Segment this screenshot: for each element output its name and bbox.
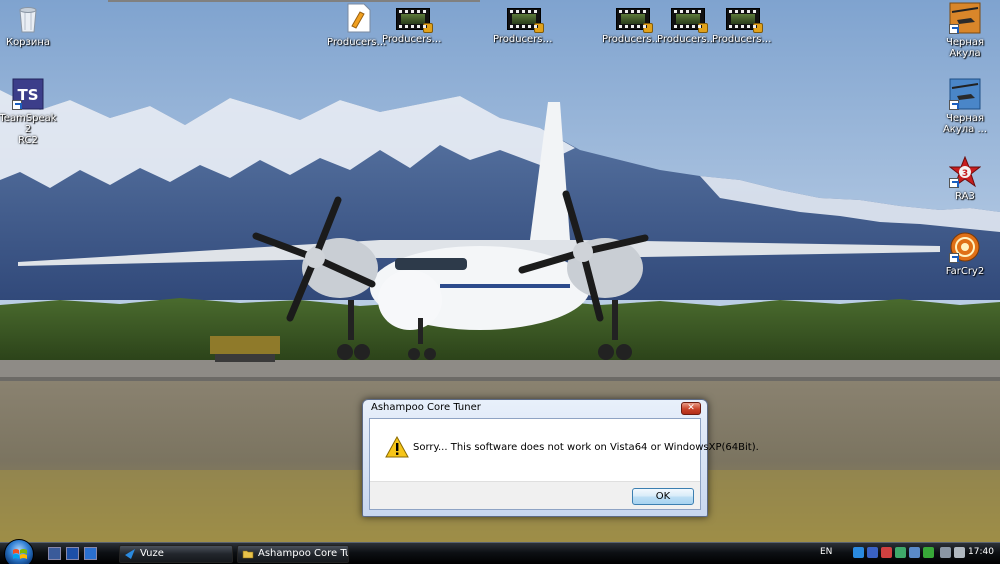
desktop-icon-teamspeak[interactable]: TS TeamSpeak 2 RC2 [0, 78, 59, 146]
taskbar-button-vuze[interactable]: Vuze [119, 545, 233, 563]
desktop-icon-black-shark[interactable]: Черная Акула [934, 2, 996, 59]
error-dialog: Ashampoo Core Tuner ✕ Sorry... This soft… [362, 399, 759, 517]
video-file-icon [671, 8, 708, 33]
show-desktop-icon[interactable] [48, 547, 61, 560]
tray-vuze-icon[interactable] [853, 547, 864, 558]
desktop-icon-label: Черная Акула [945, 37, 985, 59]
desktop-icon-label: Producers ... [657, 34, 719, 45]
desktop-icon-label: Producers ... [382, 34, 444, 45]
ok-button[interactable]: OK [632, 488, 694, 505]
farcry2-icon [949, 231, 981, 263]
desktop-icon-producers-doc[interactable]: Producers ... [327, 2, 389, 48]
close-icon: ✕ [687, 403, 695, 413]
desktop-icon-label: Producers ... [602, 34, 664, 45]
close-button[interactable]: ✕ [681, 402, 701, 415]
desktop-icon-label: TeamSpeak 2 RC2 [0, 113, 57, 146]
teamspeak-icon: TS [12, 78, 44, 110]
black-shark-helicopter-icon [949, 78, 981, 110]
desktop-icon-label: Корзина [5, 37, 51, 48]
dialog-titlebar[interactable]: Ashampoo Core Tuner ✕ [369, 400, 701, 418]
desktop-icon-producers-video-5[interactable]: Producers ... [712, 2, 774, 45]
desktop-icon-farcry2[interactable]: FarCry2 [934, 231, 996, 277]
dialog-body: Sorry... This software does not work on … [369, 418, 759, 510]
desktop-icon-label: RA3 [955, 191, 975, 202]
vuze-icon [125, 549, 135, 559]
desktop-icon-producers-video-1[interactable]: Producers ... [382, 2, 444, 45]
dialog-message-area: Sorry... This software does not work on … [370, 419, 759, 481]
desktop-icon-black-shark-2[interactable]: Черная Акула ... [934, 78, 996, 135]
dialog-message: Sorry... This software does not work on … [413, 442, 759, 453]
desktop-icon-ra3[interactable]: 3 RA3 [934, 155, 996, 202]
language-indicator[interactable]: EN [820, 547, 832, 557]
desktop-icon-label: Producers ... [712, 34, 774, 45]
desktop-icon-recycle-bin[interactable]: Корзина [0, 2, 59, 48]
shortcut-arrow-icon [949, 178, 959, 188]
taskbar-button-label: Vuze [140, 548, 164, 559]
tray-update-icon[interactable] [923, 547, 934, 558]
desktop-icon-producers-video-3[interactable]: Producers ... [602, 2, 664, 45]
svg-text:3: 3 [962, 169, 968, 179]
quicklaunch-app-icon[interactable] [84, 547, 97, 560]
desktop-icon-producers-video-4[interactable]: Producers ... [657, 2, 719, 45]
video-file-icon [726, 8, 763, 33]
tray-monitor-icon[interactable] [909, 547, 920, 558]
tray-power-icon[interactable] [954, 547, 965, 558]
desktop-icon-producers-video-2[interactable]: Producers ... [493, 2, 555, 45]
desktop-icon-label: Producers ... [327, 37, 389, 48]
black-shark-helicopter-icon [949, 2, 981, 34]
windows-logo-icon [13, 549, 27, 559]
taskbar-button-ashampoo[interactable]: Ashampoo Core Tu... [237, 545, 349, 563]
video-file-icon [396, 8, 433, 33]
tray-app-icon[interactable] [881, 547, 892, 558]
quicklaunch-teamspeak-icon[interactable] [66, 547, 79, 560]
taskbar: Vuze Ashampoo Core Tu... EN 17:40 [0, 539, 1000, 564]
start-button[interactable] [4, 539, 34, 564]
desktop-icon-label: FarCry2 [945, 266, 985, 277]
tray-teamspeak-icon[interactable] [867, 547, 878, 558]
system-clock[interactable]: 17:40 [968, 547, 994, 557]
shortcut-arrow-icon [949, 24, 959, 34]
desktop-icon-label: Черная Акула ... [942, 113, 988, 135]
desktop-icon-label: Producers ... [493, 34, 555, 45]
warning-icon [385, 436, 409, 458]
video-file-icon [507, 8, 544, 33]
tray-volume-icon[interactable] [940, 547, 951, 558]
red-alert-3-icon: 3 [948, 155, 982, 188]
dialog-title: Ashampoo Core Tuner [371, 402, 481, 413]
shortcut-arrow-icon [12, 100, 22, 110]
recycle-bin-icon [12, 2, 44, 34]
shortcut-arrow-icon [949, 253, 959, 263]
dialog-button-bar: OK [370, 481, 700, 509]
document-icon [342, 2, 374, 34]
tray-network-icon[interactable] [895, 547, 906, 558]
video-file-icon [616, 8, 653, 33]
folder-icon [242, 550, 254, 559]
taskbar-button-label: Ashampoo Core Tu... [258, 548, 348, 559]
shortcut-arrow-icon [949, 100, 959, 110]
